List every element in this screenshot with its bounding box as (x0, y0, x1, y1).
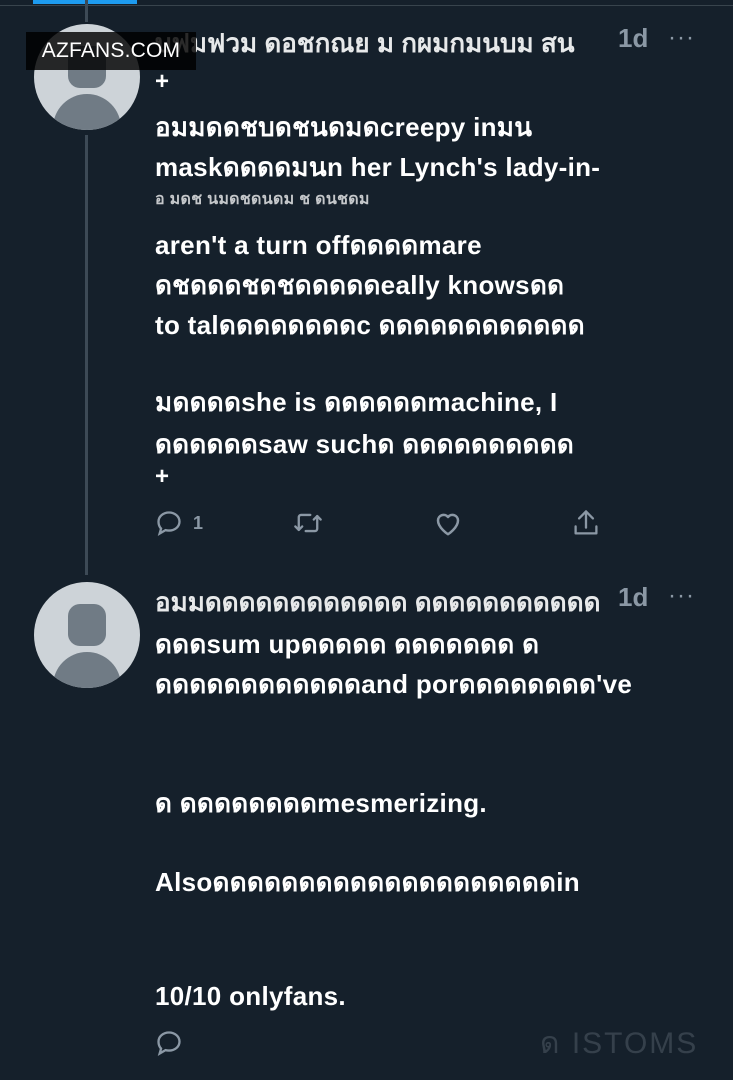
avatar-body-shape (53, 652, 121, 688)
share-button[interactable] (572, 508, 600, 538)
retweet-button[interactable] (293, 508, 323, 538)
tweet-text-line: ด ดดดดดดดดmesmerizing. (155, 788, 487, 818)
tweet-text-line: ดดดsum upดดดดด ดดดดดดด ด (155, 629, 540, 659)
reply-count: 1 (193, 512, 204, 533)
tweet-timestamp[interactable]: 1d (618, 23, 648, 54)
thread-page: AZFANS.COM บฟมฟวม ดอชกณย ม กผมกมนบม สน 1… (0, 0, 733, 1080)
tweet-author[interactable]: บฟมฟวม ดอชกณย ม กผมกมนบม สน (155, 23, 615, 53)
tweet-text-line: ดดดดดดดดดดดดand porดดดดดดดด've (155, 669, 633, 699)
reply-icon (155, 509, 183, 537)
reply-button[interactable]: 1 (155, 508, 203, 538)
thread-connector (85, 135, 88, 575)
tweet-text-line: ดดดดดดsaw suchด ดดดดดดดดดด (155, 429, 575, 459)
tweet-text-line: maskดดดดมนn her Lynch's lady-in- (155, 152, 601, 182)
tweet-text-line: Alsoดดดดดดดดดดดดดดดดดดดดin (155, 867, 580, 897)
reply-icon (155, 1029, 183, 1057)
expand-plus: + (155, 463, 170, 490)
like-icon (433, 509, 463, 537)
tweet-timestamp[interactable]: 1d (618, 582, 648, 613)
tweet-text-line: อ มดช นมดชดนดม ช ดนชดม (155, 191, 370, 208)
tweet-text-line: to talดดดดดดดดc ดดดดดดดดดดดด (155, 310, 585, 340)
tweet-text-line: 10/10 onlyfans. (155, 981, 346, 1011)
retweet-icon (293, 509, 323, 537)
more-horizontal-icon[interactable]: ··· (668, 26, 698, 50)
like-button[interactable] (433, 508, 463, 538)
tweet-text-line: ดชดดดชดชดดดดดeally knowsดด (155, 270, 565, 300)
avatar-body-shape (53, 94, 121, 130)
tweet-author[interactable]: อมมดดดดดดดดดดดด ดดดดดดดดดดด (155, 582, 615, 612)
expand-plus: + (155, 68, 170, 95)
tweet-text-line: มดดดดshe is ดดดดดดmachine, I (155, 387, 558, 417)
share-icon (572, 508, 600, 538)
blurred-overlay-text: ด ISTOMS (540, 1027, 699, 1060)
more-horizontal-icon[interactable]: ··· (668, 584, 698, 608)
site-watermark: AZFANS.COM (26, 32, 196, 70)
avatar-head-shape (68, 604, 106, 646)
tweet-text-line: อมมดดชบดชนดมดcreepy inมน (155, 112, 533, 142)
reply-button[interactable] (155, 1028, 183, 1058)
avatar[interactable] (34, 582, 140, 688)
thread-connector-top (85, 0, 88, 22)
tweet-text-line: aren't a turn offดดดดmare (155, 230, 482, 260)
